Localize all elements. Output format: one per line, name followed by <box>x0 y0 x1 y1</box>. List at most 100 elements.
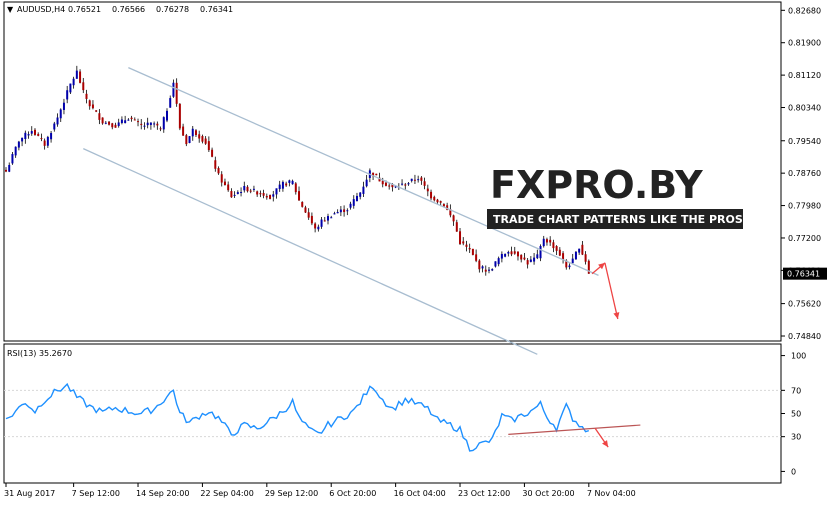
candle-body <box>291 180 294 185</box>
candle-body <box>504 253 507 257</box>
candle-body <box>488 269 490 271</box>
candle-body <box>497 258 500 265</box>
candle-body <box>185 135 188 145</box>
candle-body <box>388 185 391 187</box>
candle-body <box>294 183 297 193</box>
candle-body <box>494 261 497 267</box>
candle-body <box>555 246 558 251</box>
candle-body <box>53 123 56 130</box>
candle-body <box>127 119 130 121</box>
candle-body <box>46 136 49 146</box>
candle-body <box>301 201 304 207</box>
candle-body <box>130 117 133 120</box>
candle-body <box>111 123 114 128</box>
candle-body <box>108 121 111 125</box>
header-high: 0.76566 <box>112 5 145 14</box>
candle-body <box>533 257 536 262</box>
candle-body <box>384 182 387 186</box>
candle-body <box>407 183 410 185</box>
candle-body <box>545 239 548 243</box>
candle-body <box>574 251 577 260</box>
dropdown-triangle-icon[interactable]: ▼ <box>7 5 14 14</box>
candle-body <box>85 93 88 99</box>
candle-body <box>8 164 11 172</box>
x-tick-label: 6 Oct 20:00 <box>329 489 376 498</box>
candle-body <box>149 122 152 125</box>
price-y-tick-label: 0.81900 <box>788 39 821 48</box>
candle-body <box>156 123 159 126</box>
candle-body <box>214 160 217 169</box>
candle-body <box>211 149 214 157</box>
candle-body <box>252 188 255 190</box>
candle-body <box>455 222 458 232</box>
candle-body <box>526 260 529 265</box>
candle-body <box>143 125 146 127</box>
candle-body <box>542 238 545 247</box>
candle-body <box>43 140 46 146</box>
candle-body <box>259 193 262 195</box>
candle-body <box>471 248 474 255</box>
price-y-tick-label: 0.79540 <box>788 137 821 146</box>
candle-body <box>133 119 136 121</box>
candle-body <box>37 134 40 136</box>
price-y-tick-label: 0.81120 <box>788 71 821 80</box>
header-open: 0.76521 <box>68 5 101 14</box>
candle-body <box>262 193 265 196</box>
header-low: 0.76278 <box>156 5 189 14</box>
candle-body <box>162 117 165 130</box>
candle-body <box>352 199 355 206</box>
chart-canvas: 0.82680 0.81900 0.81120 0.80340 0.79540 0.787… <box>3 1 827 498</box>
current-price-label: 0.76341 <box>787 270 820 279</box>
candle-body <box>481 266 484 269</box>
candle-body <box>159 128 162 130</box>
candle-body <box>169 98 172 108</box>
candle-body <box>278 184 281 190</box>
x-tick-label: 23 Oct 12:00 <box>458 489 510 498</box>
price-y-tick-label: 0.77200 <box>788 234 821 243</box>
candle-body <box>98 113 101 120</box>
rsi-y-tick-label: 30 <box>791 433 801 442</box>
candle-body <box>288 180 291 183</box>
price-y-tick-label: 0.80340 <box>788 104 821 113</box>
price-y-tick-label: 0.77980 <box>788 202 821 211</box>
candle-body <box>204 138 207 144</box>
candle-body <box>207 141 210 151</box>
candle-body <box>491 269 494 271</box>
candle-body <box>21 137 24 142</box>
candle-body <box>249 190 252 192</box>
candle-body <box>62 102 65 110</box>
candle-body <box>5 169 7 172</box>
candle-body <box>59 109 62 119</box>
x-tick-label: 7 Sep 12:00 <box>72 489 120 498</box>
candle-body <box>137 121 140 123</box>
candle-body <box>172 82 175 97</box>
candle-body <box>552 242 555 249</box>
candle-body <box>520 254 523 260</box>
candle-body <box>468 248 471 250</box>
x-tick-label: 22 Sep 04:00 <box>200 489 253 498</box>
candle-body <box>69 83 72 93</box>
candle-body <box>452 215 455 222</box>
candle-body <box>420 177 423 181</box>
candle-body <box>478 260 481 270</box>
candle-body <box>272 194 275 197</box>
candle-body <box>240 191 243 193</box>
candle-body <box>285 183 288 186</box>
candle-body <box>314 223 317 229</box>
candle-body <box>558 249 561 256</box>
candle-body <box>304 207 307 213</box>
symbol-timeframe: AUDUSD,H4 <box>17 5 65 14</box>
candle-body <box>465 244 468 247</box>
candle-body <box>114 124 117 128</box>
x-tick-label: 7 Nov 04:00 <box>587 489 636 498</box>
candle-body <box>14 146 17 156</box>
candle-body <box>17 141 20 148</box>
candle-body <box>430 191 433 199</box>
candle-body <box>536 254 539 259</box>
candle-body <box>175 82 178 104</box>
candle-body <box>166 110 168 121</box>
trading-chart: 0.82680 0.81900 0.81120 0.80340 0.79540 0.787… <box>0 0 828 504</box>
logo-title: FXPRO.BY <box>490 163 703 207</box>
rsi-panel-frame <box>3 343 782 484</box>
candle-body <box>230 191 233 198</box>
